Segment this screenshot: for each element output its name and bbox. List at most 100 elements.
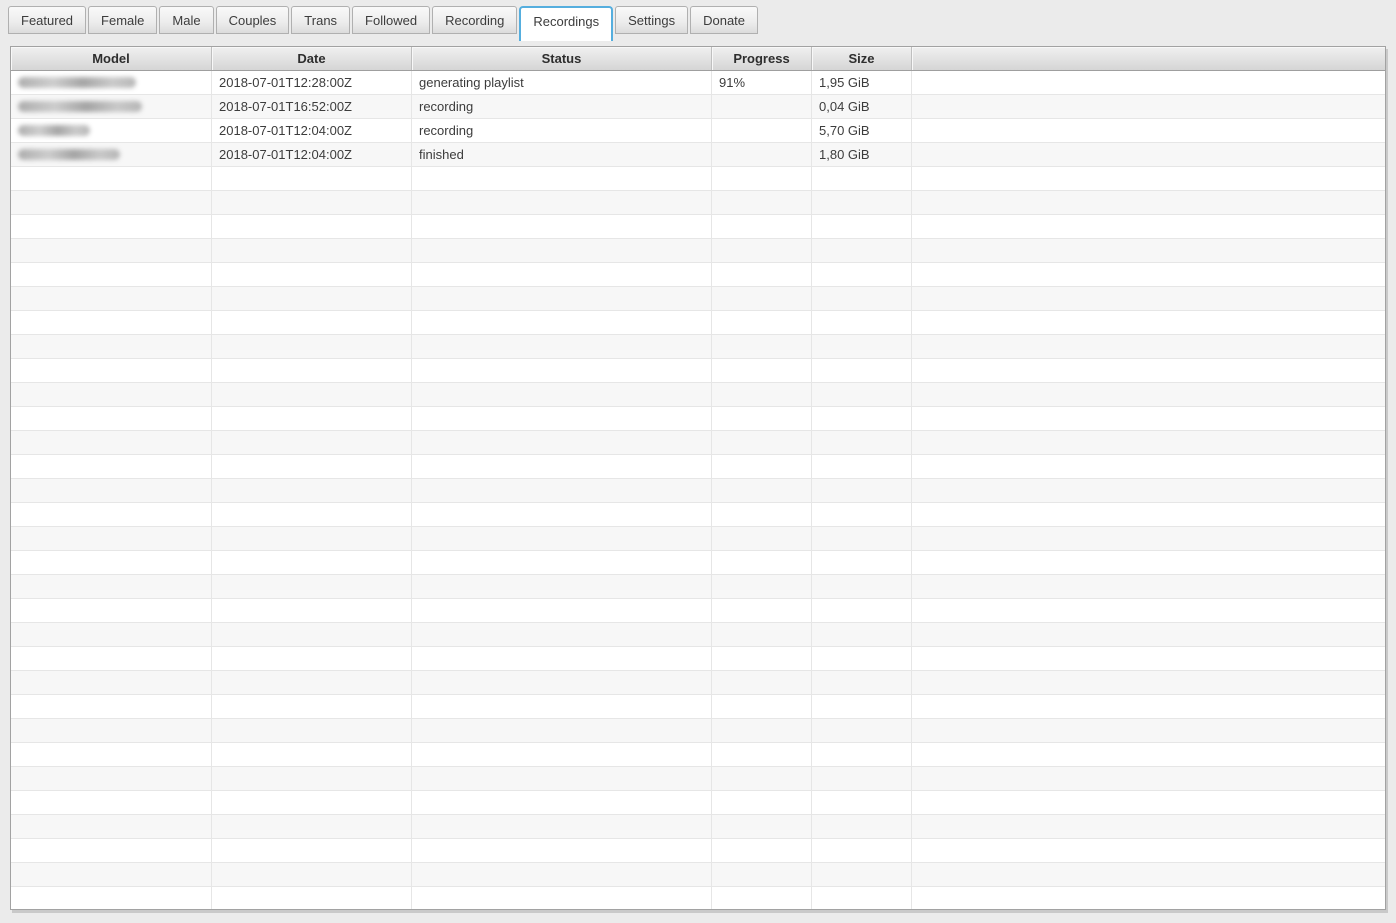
- cell-size: [812, 191, 912, 214]
- column-header-progress[interactable]: Progress: [712, 47, 812, 70]
- tab-followed[interactable]: Followed: [352, 6, 430, 34]
- cell-size: [812, 767, 912, 790]
- cell-size: [812, 863, 912, 886]
- table-row-empty: [11, 407, 1385, 431]
- cell-model: [11, 215, 212, 238]
- cell-progress: [712, 887, 812, 910]
- tab-featured[interactable]: Featured: [8, 6, 86, 34]
- cell-extra: [912, 479, 1385, 502]
- cell-extra: [912, 815, 1385, 838]
- table-row-empty: [11, 455, 1385, 479]
- table-row[interactable]: 2018-07-01T16:52:00Zrecording0,04 GiB: [11, 95, 1385, 119]
- cell-progress: [712, 383, 812, 406]
- cell-size: [812, 719, 912, 742]
- cell-status: [412, 191, 712, 214]
- tab-recordings[interactable]: Recordings: [519, 6, 613, 41]
- cell-progress: [712, 623, 812, 646]
- cell-progress: 91%: [712, 71, 812, 94]
- cell-model: [11, 383, 212, 406]
- cell-date: [212, 599, 412, 622]
- cell-date: [212, 623, 412, 646]
- cell-status: [412, 527, 712, 550]
- cell-status: [412, 743, 712, 766]
- cell-date: 2018-07-01T12:28:00Z: [212, 71, 412, 94]
- cell-status: recording: [412, 119, 712, 142]
- cell-date: [212, 863, 412, 886]
- cell-size: [812, 743, 912, 766]
- cell-extra: [912, 887, 1385, 910]
- cell-model: [11, 863, 212, 886]
- cell-model: [11, 311, 212, 334]
- cell-status: [412, 863, 712, 886]
- cell-progress: [712, 191, 812, 214]
- cell-extra: [912, 863, 1385, 886]
- cell-status: [412, 167, 712, 190]
- cell-date: [212, 503, 412, 526]
- cell-model: [11, 575, 212, 598]
- cell-model: [11, 95, 212, 118]
- cell-size: [812, 359, 912, 382]
- cell-size: [812, 527, 912, 550]
- table-row[interactable]: 2018-07-01T12:28:00Zgenerating playlist9…: [11, 71, 1385, 95]
- table-row[interactable]: 2018-07-01T12:04:00Zfinished1,80 GiB: [11, 143, 1385, 167]
- cell-size: [812, 551, 912, 574]
- cell-status: [412, 239, 712, 262]
- column-header-date[interactable]: Date: [212, 47, 412, 70]
- cell-date: [212, 383, 412, 406]
- table-row-empty: [11, 719, 1385, 743]
- cell-status: [412, 647, 712, 670]
- cell-status: [412, 551, 712, 574]
- cell-model: [11, 503, 212, 526]
- table-row-empty: [11, 311, 1385, 335]
- cell-extra: [912, 839, 1385, 862]
- cell-progress: [712, 815, 812, 838]
- cell-model: [11, 143, 212, 166]
- cell-model: [11, 887, 212, 910]
- cell-extra: [912, 623, 1385, 646]
- cell-model: [11, 647, 212, 670]
- cell-extra: [912, 695, 1385, 718]
- cell-date: [212, 407, 412, 430]
- column-header-model[interactable]: Model: [11, 47, 212, 70]
- tab-trans[interactable]: Trans: [291, 6, 350, 34]
- cell-model: [11, 527, 212, 550]
- cell-status: [412, 383, 712, 406]
- column-header-size[interactable]: Size: [812, 47, 912, 70]
- table-row-empty: [11, 239, 1385, 263]
- table-row-empty: [11, 287, 1385, 311]
- cell-status: [412, 719, 712, 742]
- tab-couples[interactable]: Couples: [216, 6, 290, 34]
- cell-size: [812, 623, 912, 646]
- tab-donate[interactable]: Donate: [690, 6, 758, 34]
- cell-model: [11, 671, 212, 694]
- table-body: 2018-07-01T12:28:00Zgenerating playlist9…: [11, 71, 1385, 910]
- recordings-table: ModelDateStatusProgressSize 2018-07-01T1…: [10, 46, 1386, 910]
- cell-model: [11, 167, 212, 190]
- table-row-empty: [11, 551, 1385, 575]
- cell-extra: [912, 719, 1385, 742]
- cell-date: [212, 215, 412, 238]
- table-row[interactable]: 2018-07-01T12:04:00Zrecording5,70 GiB: [11, 119, 1385, 143]
- tab-female[interactable]: Female: [88, 6, 157, 34]
- column-header-status[interactable]: Status: [412, 47, 712, 70]
- cell-date: [212, 791, 412, 814]
- cell-date: [212, 431, 412, 454]
- cell-size: [812, 215, 912, 238]
- cell-size: [812, 575, 912, 598]
- cell-model: [11, 191, 212, 214]
- column-header-blank[interactable]: [912, 47, 1385, 70]
- cell-size: 5,70 GiB: [812, 119, 912, 142]
- cell-status: generating playlist: [412, 71, 712, 94]
- cell-model: [11, 239, 212, 262]
- cell-size: [812, 311, 912, 334]
- tab-settings[interactable]: Settings: [615, 6, 688, 34]
- cell-status: [412, 599, 712, 622]
- cell-progress: [712, 671, 812, 694]
- table-row-empty: [11, 359, 1385, 383]
- redacted-model-name: [18, 125, 90, 136]
- tab-recording[interactable]: Recording: [432, 6, 517, 34]
- cell-size: [812, 839, 912, 862]
- tab-male[interactable]: Male: [159, 6, 213, 34]
- cell-model: [11, 455, 212, 478]
- cell-size: 1,95 GiB: [812, 71, 912, 94]
